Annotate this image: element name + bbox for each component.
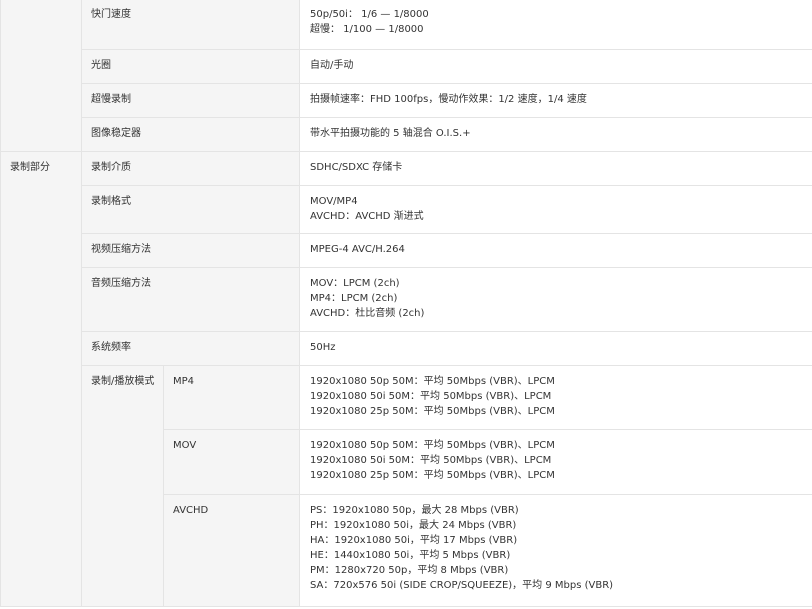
row-label: 图像稳定器 xyxy=(81,117,300,152)
table-row: 系统频率 50Hz xyxy=(1,331,812,366)
table-row: 音频压缩方法 MOV：LPCM (2ch) MP4：LPCM (2ch) AVC… xyxy=(1,267,812,332)
value-line: AVCHD：杜比音频 (2ch) xyxy=(310,308,425,319)
value-line: 1920x1080 50i 50M：平均 50Mbps (VBR)、LPCM xyxy=(310,455,552,466)
category-cell: 录制部分 xyxy=(0,151,82,607)
value-line: 1920x1080 50p 50M：平均 50Mbps (VBR)、LPCM xyxy=(310,440,555,451)
value-line: 50p/50i： 1/6 — 1/8000 xyxy=(310,9,429,20)
row-label: 录制介质 xyxy=(81,151,300,186)
value-line: SDHC/SDXC 存储卡 xyxy=(310,162,403,173)
value-line: 超慢： 1/100 — 1/8000 xyxy=(310,24,424,35)
category-cell-empty xyxy=(0,0,82,152)
row-value: MOV：LPCM (2ch) MP4：LPCM (2ch) AVCHD：杜比音频… xyxy=(299,267,812,332)
row-label: 快门速度 xyxy=(81,0,300,50)
mode-item-label: MOV xyxy=(163,429,300,495)
row-label: 音频压缩方法 xyxy=(81,267,300,332)
value-line: PH：1920x1080 50i，最大 24 Mbps (VBR) xyxy=(310,520,517,531)
row-value: 带水平拍摄功能的 5 轴混合 O.I.S.+ xyxy=(299,117,812,152)
row-value: SDHC/SDXC 存储卡 xyxy=(299,151,812,186)
value-line: SA：720x576 50i (SIDE CROP/SQUEEZE)，平均 9 … xyxy=(310,580,614,591)
value-line: HA：1920x1080 50i，平均 17 Mbps (VBR) xyxy=(310,535,518,546)
value-line: MOV：LPCM (2ch) xyxy=(310,278,400,289)
row-value: 1920x1080 50p 50M：平均 50Mbps (VBR)、LPCM 1… xyxy=(299,365,812,430)
category-label: 录制部分 xyxy=(10,162,50,173)
table-row: 录制/播放模式 MP4 1920x1080 50p 50M：平均 50Mbps … xyxy=(1,365,812,607)
table-row: 视频压缩方法 MPEG-4 AVC/H.264 xyxy=(1,233,812,268)
table-row: 超慢录制 拍摄帧速率：FHD 100fps，慢动作效果：1/2 速度，1/4 速… xyxy=(1,83,812,118)
value-line: PM：1280x720 50p，平均 8 Mbps (VBR) xyxy=(310,565,509,576)
value-line: MP4：LPCM (2ch) xyxy=(310,293,398,304)
value-line: 带水平拍摄功能的 5 轴混合 O.I.S.+ xyxy=(310,128,471,139)
value-line: 自动/手动 xyxy=(310,60,354,71)
row-value: 50Hz xyxy=(299,331,812,366)
value-line: AVCHD：AVCHD 渐进式 xyxy=(310,211,424,222)
row-label: 光圈 xyxy=(81,49,300,84)
row-value: 拍摄帧速率：FHD 100fps，慢动作效果：1/2 速度，1/4 速度 xyxy=(299,83,812,118)
value-line: HE：1440x1080 50i，平均 5 Mbps (VBR) xyxy=(310,550,511,561)
value-line: 1920x1080 50i 50M：平均 50Mbps (VBR)、LPCM xyxy=(310,391,552,402)
value-line: 50Hz xyxy=(310,342,336,353)
row-value: 自动/手动 xyxy=(299,49,812,84)
table-row: 录制格式 MOV/MP4 AVCHD：AVCHD 渐进式 xyxy=(1,185,812,234)
table-row: 图像稳定器 带水平拍摄功能的 5 轴混合 O.I.S.+ xyxy=(1,117,812,152)
row-label: 超慢录制 xyxy=(81,83,300,118)
value-line: PS：1920x1080 50p，最大 28 Mbps (VBR) xyxy=(310,505,519,516)
row-value: 50p/50i： 1/6 — 1/8000 超慢： 1/100 — 1/8000 xyxy=(299,0,812,50)
value-line: MPEG-4 AVC/H.264 xyxy=(310,244,405,255)
value-line: 1920x1080 25p 50M：平均 50Mbps (VBR)、LPCM xyxy=(310,406,555,417)
row-value: MOV/MP4 AVCHD：AVCHD 渐进式 xyxy=(299,185,812,234)
table-row: 录制部分 录制介质 SDHC/SDXC 存储卡 xyxy=(0,151,812,607)
mode-item-label: AVCHD xyxy=(163,494,300,607)
value-line: 1920x1080 25p 50M：平均 50Mbps (VBR)、LPCM xyxy=(310,470,555,481)
row-label: 视频压缩方法 xyxy=(81,233,300,268)
row-value: MPEG-4 AVC/H.264 xyxy=(299,233,812,268)
row-label: 录制格式 xyxy=(81,185,300,234)
row-value: PS：1920x1080 50p，最大 28 Mbps (VBR) PH：192… xyxy=(299,494,812,607)
row-label: 系统频率 xyxy=(81,331,300,366)
value-line: 1920x1080 50p 50M：平均 50Mbps (VBR)、LPCM xyxy=(310,376,555,387)
value-line: MOV/MP4 xyxy=(310,196,358,207)
table-row: 快门速度 50p/50i： 1/6 — 1/8000 超慢： 1/100 — 1… xyxy=(0,0,812,152)
table-row: 光圈 自动/手动 xyxy=(1,49,812,84)
mode-label: 录制/播放模式 xyxy=(81,365,164,607)
row-value: 1920x1080 50p 50M：平均 50Mbps (VBR)、LPCM 1… xyxy=(299,429,812,495)
value-line: 拍摄帧速率：FHD 100fps，慢动作效果：1/2 速度，1/4 速度 xyxy=(310,94,587,105)
spec-table: 快门速度 50p/50i： 1/6 — 1/8000 超慢： 1/100 — 1… xyxy=(0,0,812,607)
mode-item-label: MP4 xyxy=(163,365,300,430)
